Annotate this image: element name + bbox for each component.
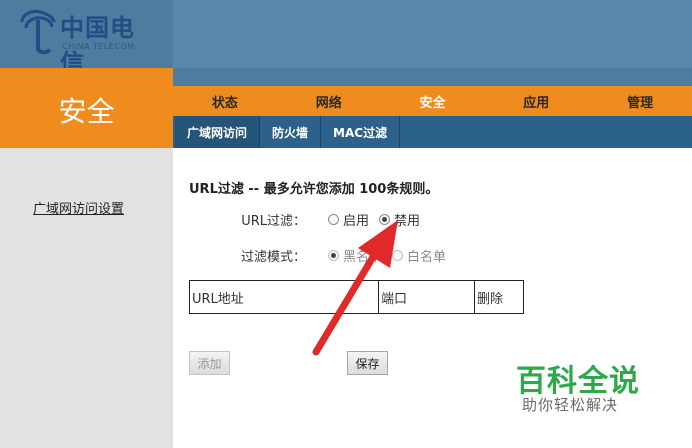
page-title: URL过滤 -- 最多允许您添加 100条规则。 xyxy=(189,182,439,197)
url-filter-label: URL过滤： xyxy=(241,214,306,229)
section-title-box: 安全 xyxy=(0,68,173,148)
url-rules-table-header: URL地址 端口 删除 xyxy=(189,280,524,314)
url-filter-disable-radio[interactable] xyxy=(379,214,391,225)
header-band xyxy=(173,0,692,68)
add-button[interactable]: 添加 xyxy=(189,351,230,375)
url-filter-disable-label: 禁用 xyxy=(394,214,421,229)
watermark-sub: 助你轻松解决 xyxy=(522,396,619,414)
url-filter-row: URL过滤： 启用 禁用 xyxy=(173,210,430,229)
filter-mode-blacklist-radio[interactable] xyxy=(328,250,339,261)
nav-item-security[interactable]: 安全 xyxy=(381,92,485,111)
logo-subtitle: CHINA TELECOM xyxy=(62,42,135,51)
section-title: 安全 xyxy=(58,95,115,128)
filter-mode-whitelist-label: 白名单 xyxy=(407,250,447,265)
nav-item-status[interactable]: 状态 xyxy=(173,92,277,111)
watermark: 百科全说 助你轻松解决 xyxy=(508,352,678,422)
sidebar: 广域网访问设置 xyxy=(0,148,173,448)
url-filter-disable-option[interactable]: 禁用 xyxy=(379,210,420,229)
filter-mode-blacklist-option[interactable]: 黑名单 xyxy=(328,246,382,265)
filter-mode-label: 过滤模式： xyxy=(240,250,306,265)
url-filter-enable-option[interactable]: 启用 xyxy=(328,210,369,229)
sidebar-item-wan-access-settings[interactable]: 广域网访问设置 xyxy=(33,198,124,217)
nav-item-management[interactable]: 管理 xyxy=(588,92,692,111)
filter-mode-whitelist-radio[interactable] xyxy=(392,250,404,261)
telecom-emblem-icon xyxy=(20,10,56,55)
column-delete: 删除 xyxy=(477,291,504,307)
tab-firewall[interactable]: 防火墙 xyxy=(260,116,322,148)
nav-strip xyxy=(173,68,692,86)
tab-wan-access[interactable]: 广域网访问 xyxy=(175,116,261,148)
column-url-address: URL地址 xyxy=(190,281,379,313)
tab-mac-filter[interactable]: MAC过滤 xyxy=(321,116,401,148)
url-filter-enable-label: 启用 xyxy=(343,214,370,229)
url-filter-enable-radio[interactable] xyxy=(328,214,339,225)
save-button[interactable]: 保存 xyxy=(347,351,388,375)
sub-nav: 广域网访问 防火墙 MAC过滤 xyxy=(173,116,692,148)
nav-item-network[interactable]: 网络 xyxy=(277,92,381,111)
china-telecom-logo: 中国电信 CHINA TELECOM xyxy=(18,6,158,77)
filter-mode-blacklist-label: 黑名单 xyxy=(343,250,383,265)
column-port: 端口 xyxy=(379,281,475,313)
nav-item-applications[interactable]: 应用 xyxy=(484,92,588,111)
header-bar: 中国电信 CHINA TELECOM xyxy=(0,0,692,77)
main-nav: 状态 网络 安全 应用 管理 xyxy=(173,86,692,116)
filter-mode-whitelist-option[interactable]: 白名单 xyxy=(392,246,446,265)
filter-mode-row: 过滤模式： 黑名单 白名单 xyxy=(173,246,456,265)
